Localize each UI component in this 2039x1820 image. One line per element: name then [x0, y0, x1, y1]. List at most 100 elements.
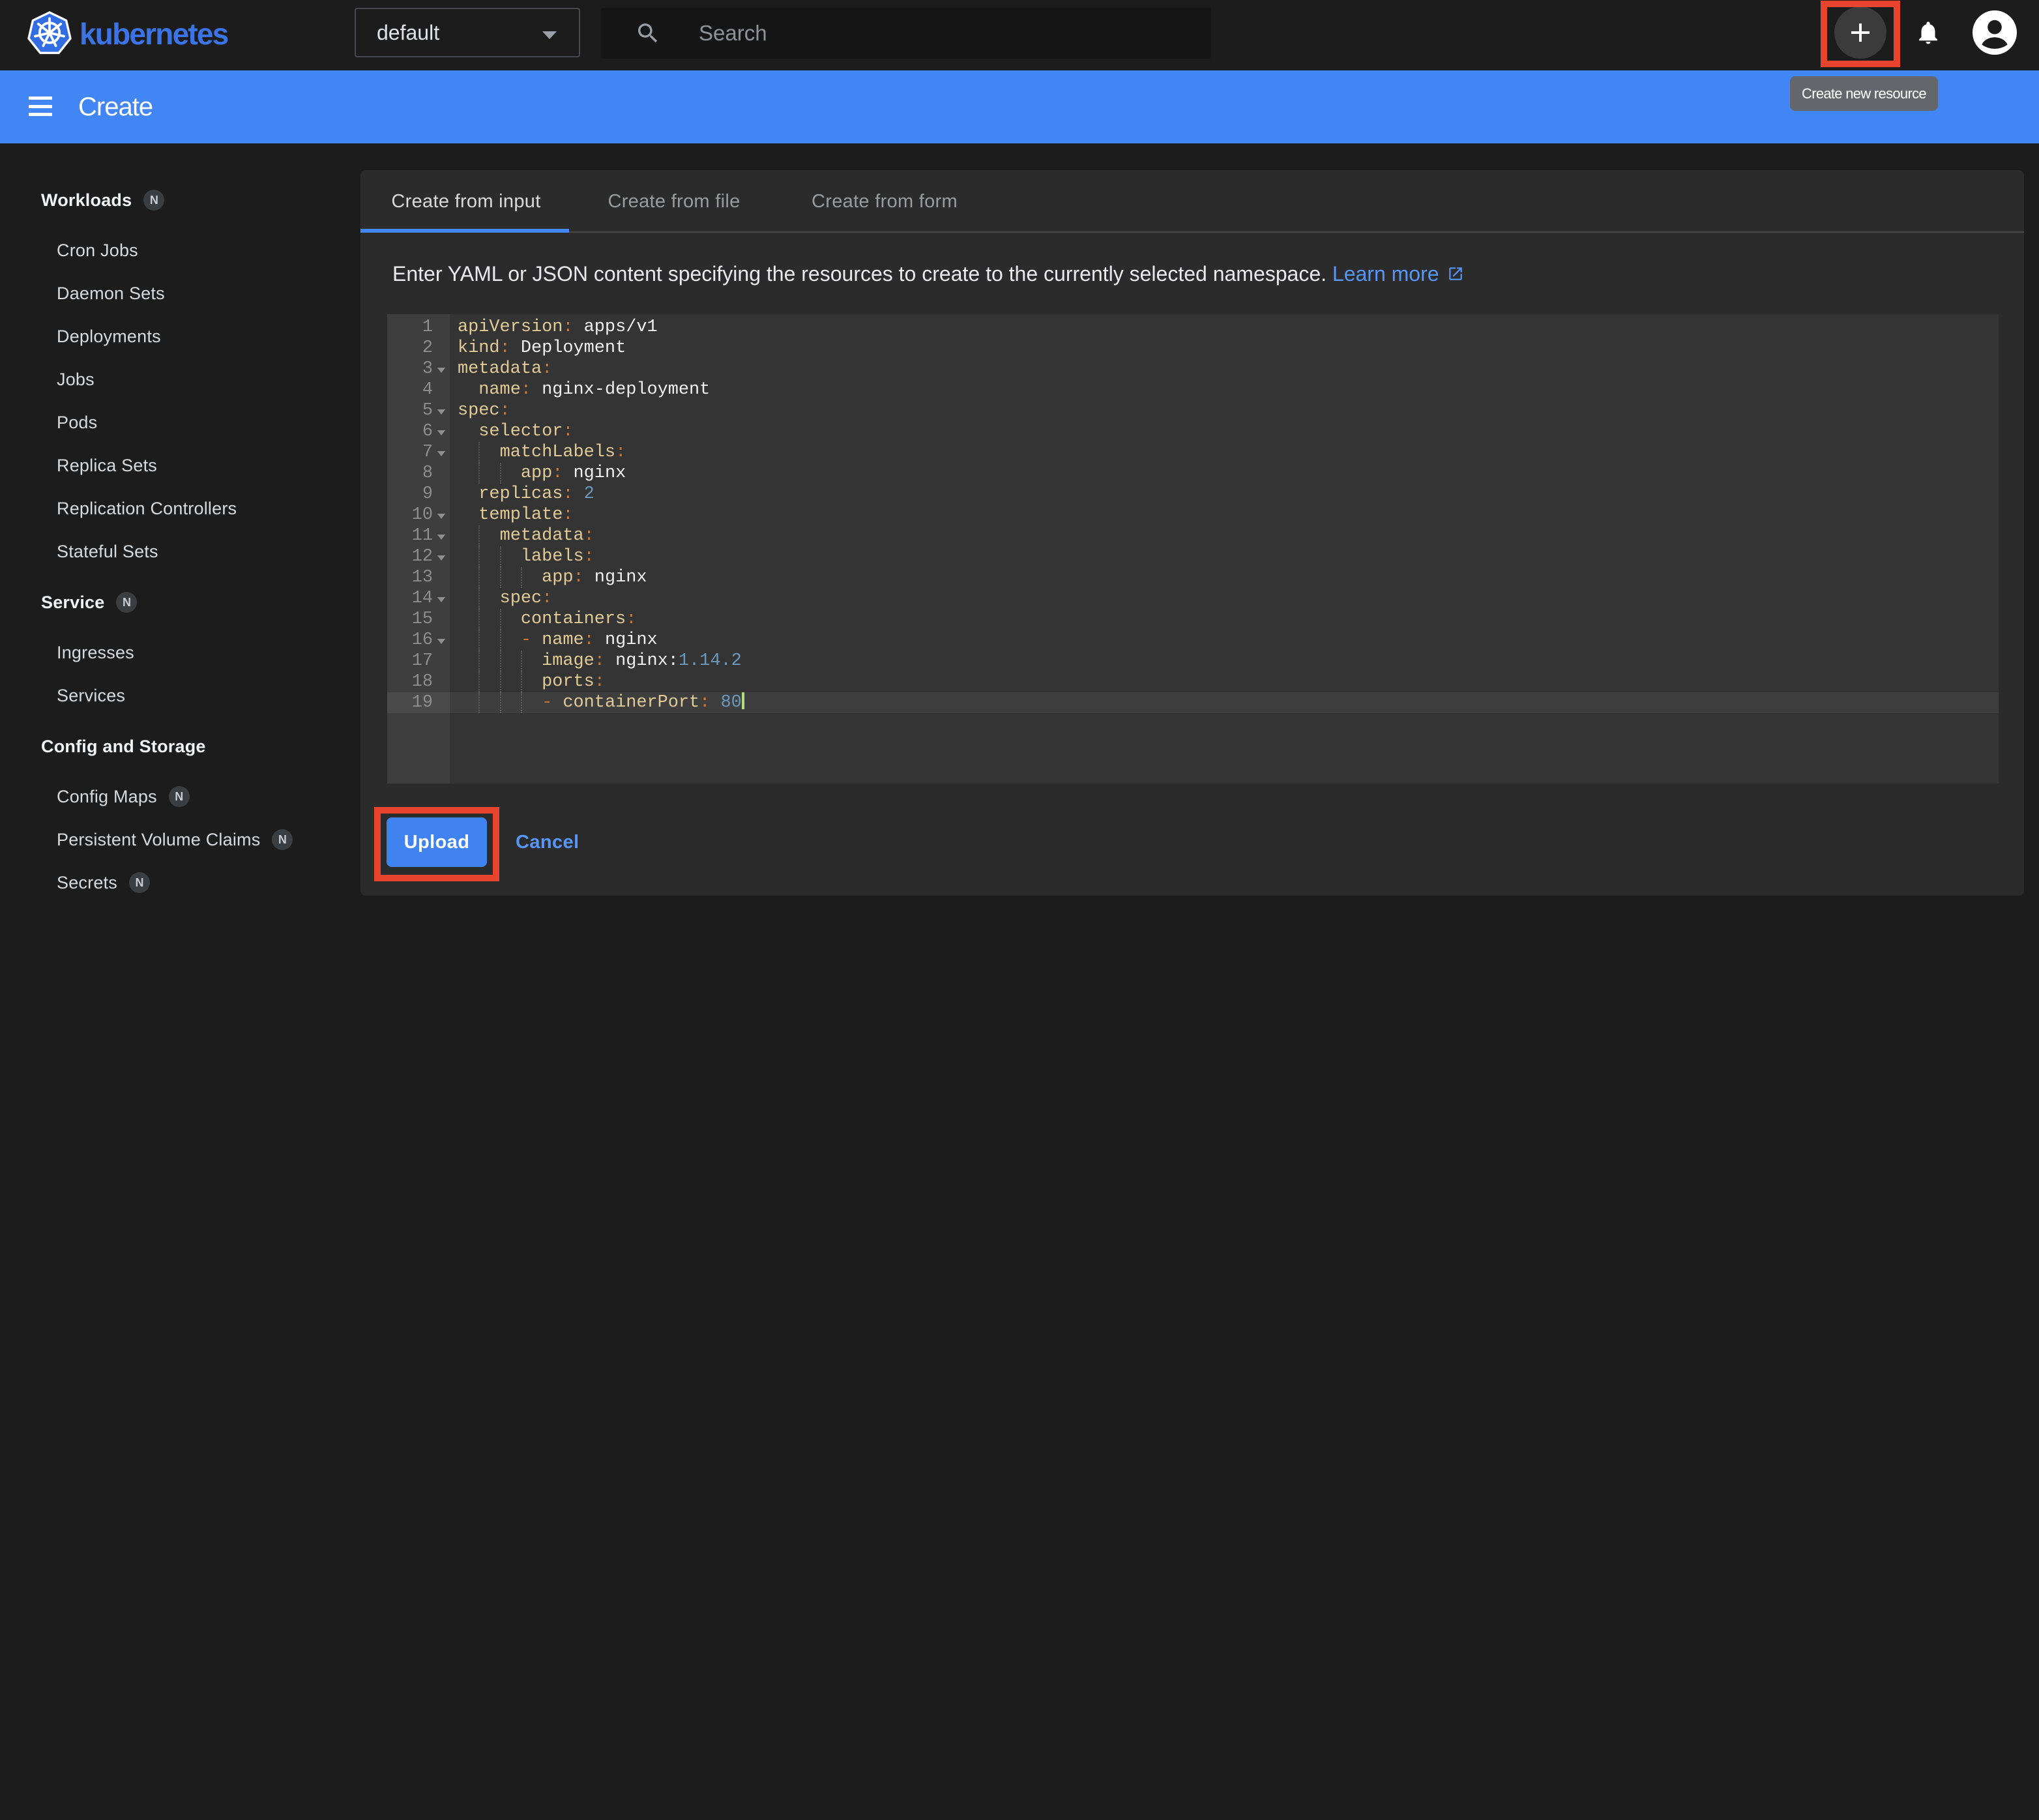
sidebar-item-stateful-sets[interactable]: Stateful Sets: [0, 530, 360, 573]
code-line-6: selector:: [450, 421, 1999, 442]
new-badge: N: [169, 786, 190, 807]
gutter-line-4: 4: [387, 379, 450, 400]
sidebar-item-jobs[interactable]: Jobs: [0, 358, 360, 401]
learn-more-link[interactable]: Learn more: [1332, 262, 1439, 286]
kubernetes-dashboard: kubernetes default: [0, 0, 2039, 910]
code-token: [458, 380, 478, 400]
gutter-line-9: 9: [387, 484, 450, 505]
gutter-line-18: 18: [387, 671, 450, 692]
code-token: 1.14.2: [679, 651, 742, 671]
sidebar-item-daemon-sets[interactable]: Daemon Sets: [0, 272, 360, 315]
code-token: Deployment: [510, 338, 626, 358]
code-token: template: [478, 505, 563, 525]
fold-marker-icon[interactable]: [437, 451, 445, 456]
code-token: :: [552, 463, 563, 483]
fold-marker-icon[interactable]: [437, 368, 445, 373]
code-token: spec: [458, 401, 500, 420]
indent-guide: [478, 651, 480, 671]
gutter-line-1: 1: [387, 317, 450, 338]
annotation-box-create-button: [1821, 1, 1900, 67]
code-token: [458, 609, 521, 629]
sidebar-section-workloads[interactable]: WorkloadsN: [0, 179, 360, 222]
sidebar-item-secrets[interactable]: SecretsN: [0, 861, 360, 904]
code-token: :: [594, 672, 605, 692]
menu-icon[interactable]: [29, 96, 52, 116]
code-token: kind: [458, 338, 500, 358]
fold-marker-icon[interactable]: [437, 535, 445, 540]
code-token: :: [699, 693, 710, 712]
code-line-19: - containerPort: 80: [450, 692, 1999, 713]
code-token: :: [500, 338, 510, 358]
namespace-selector[interactable]: default: [355, 8, 580, 57]
new-badge: N: [129, 872, 150, 893]
indent-guide: [500, 567, 501, 588]
text-cursor: [742, 692, 744, 709]
account-button[interactable]: [1969, 7, 2021, 59]
indent-guide: [478, 567, 480, 588]
gutter-line-12: 12: [387, 546, 450, 567]
code-token: apps/v1: [574, 317, 658, 337]
code-token: :: [584, 526, 594, 546]
editor-description: Enter YAML or JSON content specifying th…: [392, 260, 1957, 287]
notifications-button[interactable]: [1902, 7, 1954, 59]
indent-guide: [478, 588, 480, 609]
fold-marker-icon[interactable]: [437, 430, 445, 435]
account-circle-icon: [1971, 9, 2018, 56]
indent-guide: [478, 525, 480, 546]
sidebar-item-deployments[interactable]: Deployments: [0, 315, 360, 358]
indent-guide: [521, 671, 522, 692]
code-token: replicas: [478, 484, 563, 504]
code-line-16: - name: nginx: [450, 630, 1999, 651]
indent-guide: [478, 463, 480, 484]
code-line-5: spec:: [450, 400, 1999, 421]
tab-create-from-input[interactable]: Create from input: [360, 170, 572, 233]
code-token: [552, 693, 563, 712]
gutter-line-16: 16: [387, 630, 450, 651]
editor-code-area[interactable]: apiVersion: apps/v1kind: Deploymentmetad…: [450, 314, 1999, 784]
annotation-box-upload-button: [374, 807, 499, 881]
fold-marker-icon[interactable]: [437, 639, 445, 644]
sidebar-item-persistent-volume-claims[interactable]: Persistent Volume ClaimsN: [0, 818, 360, 861]
active-tab-indicator: [360, 229, 569, 233]
tab-create-from-file[interactable]: Create from file: [572, 170, 776, 233]
sidebar-item-ingresses[interactable]: Ingresses: [0, 631, 360, 674]
code-token: image: [542, 651, 594, 671]
sidebar-item-replication-controllers[interactable]: Replication Controllers: [0, 487, 360, 530]
code-token: :: [563, 422, 573, 441]
code-token: nginx: [584, 568, 647, 587]
create-card: Create from inputCreate from fileCreate …: [360, 170, 2024, 896]
tooltip-create-new-resource: Create new resource: [1790, 76, 1938, 111]
tab-bar: Create from inputCreate from fileCreate …: [360, 170, 2024, 233]
indent-guide: [500, 692, 501, 713]
gutter-line-8: 8: [387, 463, 450, 484]
fold-marker-icon[interactable]: [437, 514, 445, 519]
search-input[interactable]: [699, 21, 1142, 46]
cancel-button[interactable]: Cancel: [516, 817, 579, 867]
tab-create-from-form[interactable]: Create from form: [776, 170, 993, 233]
indent-guide: [500, 463, 501, 484]
sidebar-item-cron-jobs[interactable]: Cron Jobs: [0, 229, 360, 272]
code-token: metadata: [458, 359, 542, 379]
fold-marker-icon[interactable]: [437, 597, 445, 602]
indent-guide: [478, 671, 480, 692]
sidebar-section-service[interactable]: ServiceN: [0, 581, 360, 624]
indent-guide: [478, 630, 480, 651]
code-token: selector: [478, 422, 563, 441]
fold-marker-icon[interactable]: [437, 555, 445, 561]
yaml-editor[interactable]: 12345678910111213141516171819 apiVersion…: [387, 314, 1999, 784]
code-line-4: name: nginx-deployment: [450, 379, 1999, 400]
sidebar-item-services[interactable]: Services: [0, 674, 360, 717]
sidebar-item-replica-sets[interactable]: Replica Sets: [0, 444, 360, 487]
code-line-18: ports:: [450, 671, 1999, 692]
editor-gutter: 12345678910111213141516171819: [387, 314, 450, 784]
bell-icon: [1914, 19, 1942, 46]
search-box[interactable]: [601, 8, 1211, 59]
code-token: name: [478, 380, 521, 400]
code-token: :: [563, 505, 573, 525]
fold-marker-icon[interactable]: [437, 409, 445, 415]
sidebar-item-config-maps[interactable]: Config MapsN: [0, 775, 360, 818]
sidebar-section-config-and-storage[interactable]: Config and Storage: [0, 725, 360, 768]
gutter-line-10: 10: [387, 505, 450, 525]
sidebar-item-pods[interactable]: Pods: [0, 401, 360, 444]
indent-guide: [478, 692, 480, 713]
